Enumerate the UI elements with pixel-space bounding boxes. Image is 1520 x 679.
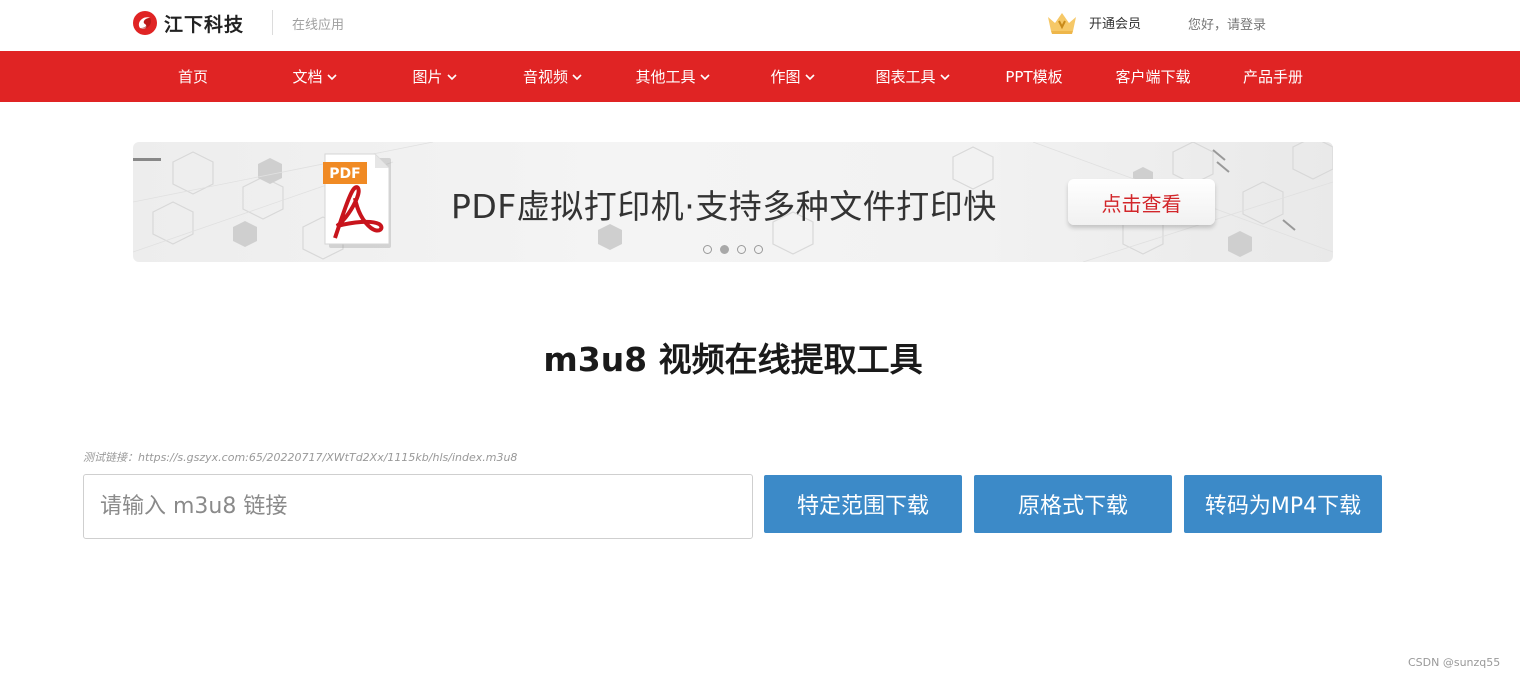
nav-item-label: 图片 [412,68,443,86]
chevron-down-icon [326,73,337,80]
pdf-badge-text: PDF [329,166,360,182]
chevron-down-icon [699,73,710,80]
m3u8-url-input[interactable] [83,474,753,539]
banner-headline: PDF虚拟打印机·支持多种文件打印快 [451,187,997,226]
carousel-dot-active[interactable] [720,245,729,254]
vip-label: 开通会员 [1089,16,1142,32]
carousel-dot[interactable] [703,245,712,254]
test-link-hint: 测试链接：https://s.gszyx.com:65/20220717/XWt… [83,451,518,464]
nav-item-chart-tools[interactable]: 图表工具 [869,51,957,102]
nav-item-product-manual[interactable]: 产品手册 [1236,51,1310,102]
nav-item-label: 图表工具 [875,68,936,86]
pdf-file-icon: PDF [323,153,391,248]
carousel-indicators [703,245,771,254]
logo-text: 江下科技 [164,13,245,36]
nav-item-audio-video[interactable]: 音视频 [517,51,589,102]
site-subtitle: 在线应用 [292,18,345,33]
banner-view-button[interactable]: 点击查看 [1068,179,1215,225]
carousel-dot[interactable] [754,245,763,254]
nav-item-drawing[interactable]: 作图 [765,51,821,102]
nav-item-ppt-templates[interactable]: PPT模板 [998,51,1070,102]
nav-item-home[interactable]: 首页 [173,51,213,102]
top-header: 江下科技 在线应用 开通会员 您好，请登录 [0,0,1520,51]
original-download-button[interactable]: 原格式下载 [974,475,1172,533]
crown-icon [1048,13,1076,34]
nav-item-label: 文档 [292,68,323,86]
nav-item-label: 作图 [770,68,801,86]
vip-link[interactable]: 开通会员 [1045,9,1141,35]
nav-item-images[interactable]: 图片 [405,51,465,102]
login-link[interactable]: 您好，请登录 [1188,14,1266,33]
mp4-download-button[interactable]: 转码为MP4下载 [1184,475,1382,533]
range-download-button[interactable]: 特定范围下载 [764,475,962,533]
nav-item-label: 音视频 [522,68,568,86]
promo-banner[interactable]: PDF PDF虚拟打印机·支持多种文件打印快 点击查看 [133,142,1333,262]
page-title: m3u8 视频在线提取工具 [543,340,923,379]
csdn-watermark: CSDN @sunzq55 [1408,656,1501,669]
chevron-down-icon [572,73,582,80]
nav-item-documents[interactable]: 文档 [285,51,345,102]
site-logo[interactable]: 江下科技 [132,7,244,39]
logo-icon [133,11,157,35]
nav-item-label: 产品手册 [1242,68,1303,86]
nav-item-label: 首页 [177,68,208,86]
carousel-dot[interactable] [737,245,746,254]
nav-item-label: PPT模板 [1005,68,1063,86]
chevron-down-icon [446,73,457,80]
chevron-down-icon [804,73,815,80]
nav-item-client-download[interactable]: 客户端下载 [1108,51,1198,102]
nav-item-label: 其他工具 [635,68,696,86]
chevron-down-icon [939,73,950,80]
nav-item-other-tools[interactable]: 其他工具 [629,51,717,102]
main-nav: 首页 文档 图片 音视频 其他工具 作图 图表工具 PPT模板 客户端下载 产品… [0,51,1520,102]
nav-item-label: 客户端下载 [1115,68,1191,86]
header-divider [272,10,273,35]
